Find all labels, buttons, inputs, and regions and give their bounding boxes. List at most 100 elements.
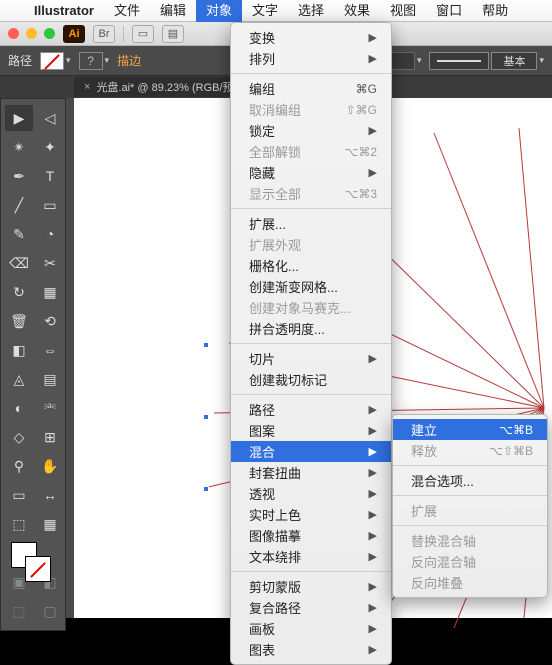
tool-29[interactable]: ▦ [36, 511, 64, 537]
tool-9[interactable]: ◔ [36, 221, 64, 247]
menu-item-变换[interactable]: 变换▶ [231, 27, 391, 48]
tool-11[interactable]: ✂ [36, 250, 64, 276]
tool-14[interactable]: 🗑 [5, 308, 33, 334]
menu-item-替换混合轴: 替换混合轴 [393, 530, 547, 551]
menu-item-混合[interactable]: 混合▶ [231, 441, 391, 462]
menu-item-实时上色[interactable]: 实时上色▶ [231, 504, 391, 525]
tool-12[interactable]: ↻ [5, 279, 33, 305]
menu-item-图表[interactable]: 图表▶ [231, 639, 391, 660]
tool-17[interactable]: ⇔ [36, 337, 64, 363]
menu-item-扩展外观: 扩展外观 [231, 234, 391, 255]
menu-item-剪切蒙版[interactable]: 剪切蒙版▶ [231, 576, 391, 597]
tool-16[interactable]: ◧ [5, 337, 33, 363]
app-icon: Ai [63, 25, 85, 43]
menu-对象[interactable]: 对象 [196, 0, 242, 22]
tool-26[interactable]: ▭ [5, 482, 33, 508]
menu-item-切片[interactable]: 切片▶ [231, 348, 391, 369]
tool-15[interactable]: ⟲ [36, 308, 64, 334]
menu-item-编组[interactable]: 编组⌘G [231, 78, 391, 99]
menu-item-文本绕排[interactable]: 文本绕排▶ [231, 546, 391, 567]
tool-3[interactable]: ✦ [36, 134, 64, 160]
artboard-tool-button[interactable]: ▤ [162, 25, 184, 43]
menu-文字[interactable]: 文字 [242, 0, 288, 22]
mac-menubar: Illustrator 文件编辑对象文字选择效果视图窗口帮助 [0, 0, 552, 22]
menu-item-释放: 释放⌥⇧⌘B [393, 440, 547, 461]
menu-item-复合路径[interactable]: 复合路径▶ [231, 597, 391, 618]
menu-item-图案[interactable]: 图案▶ [231, 420, 391, 441]
tool-21[interactable]: ⎃ [36, 395, 64, 421]
blend-submenu: 建立⌥⌘B释放⌥⇧⌘B 混合选项... 扩展替换混合轴反向混合轴反向堆叠 [392, 414, 548, 598]
menu-item-反向混合轴: 反向混合轴 [393, 551, 547, 572]
zoom-window-button[interactable] [44, 28, 55, 39]
tool-20[interactable]: ◐ [5, 395, 33, 421]
menu-item-建立[interactable]: 建立⌥⌘B [393, 419, 547, 440]
window-controls [8, 28, 55, 39]
tool-24[interactable]: ⚲ [5, 453, 33, 479]
tool-10[interactable]: ⌫ [5, 250, 33, 276]
graphic-style-dropdown[interactable]: 基本 ▾ [429, 52, 544, 70]
tool-0[interactable]: ▶ [5, 105, 33, 131]
menu-item-显示全部: 显示全部⌥⌘3 [231, 183, 391, 204]
selection-type-label: 路径 [8, 52, 32, 69]
menu-item-扩展: 扩展 [393, 500, 547, 521]
arrange-documents-button[interactable]: ▭ [132, 25, 154, 43]
menu-item-锁定[interactable]: 锁定▶ [231, 120, 391, 141]
fill-swatch[interactable]: ▾ [40, 52, 71, 70]
selection-handle[interactable] [203, 486, 209, 492]
tool-23[interactable]: ⊞ [36, 424, 64, 450]
tool-4[interactable]: ✒ [5, 163, 33, 189]
tool-13[interactable]: ▦ [36, 279, 64, 305]
bridge-button[interactable]: Br [93, 25, 115, 43]
menu-item-创建渐变网格...[interactable]: 创建渐变网格... [231, 276, 391, 297]
menu-选择[interactable]: 选择 [288, 0, 334, 22]
fill-stroke-control[interactable] [5, 540, 64, 584]
menu-窗口[interactable]: 窗口 [426, 0, 472, 22]
close-window-button[interactable] [8, 28, 19, 39]
app-menu[interactable]: Illustrator [24, 3, 104, 18]
menu-item-创建对象马赛克...: 创建对象马赛克... [231, 297, 391, 318]
tool-19[interactable]: ▤ [36, 366, 64, 392]
menu-item-透视[interactable]: 透视▶ [231, 483, 391, 504]
stroke-label[interactable]: 描边 [117, 52, 141, 69]
tool-7[interactable]: ▭ [36, 192, 64, 218]
tool-2[interactable]: ✴ [5, 134, 33, 160]
menu-文件[interactable]: 文件 [104, 0, 150, 22]
object-menu: 变换▶排列▶编组⌘G取消编组⇧⌘G锁定▶全部解锁⌥⌘2隐藏▶显示全部⌥⌘3扩展.… [230, 22, 392, 665]
menu-编辑[interactable]: 编辑 [150, 0, 196, 22]
menu-item-画板[interactable]: 画板▶ [231, 618, 391, 639]
tool-panel: ▶◁✴✦✒T╱▭✎◔⌫✂↻▦🗑⟲◧⇔◬▤◐⎃◇⊞⚲✋▭↔⬚▦▣◧⬚▢ [0, 98, 66, 631]
tool-27[interactable]: ↔ [36, 482, 64, 508]
menu-效果[interactable]: 效果 [334, 0, 380, 22]
tool-25[interactable]: ✋ [36, 453, 64, 479]
selection-handle[interactable] [203, 414, 209, 420]
close-tab-icon[interactable]: × [84, 81, 90, 93]
menu-item-栅格化...[interactable]: 栅格化... [231, 255, 391, 276]
menu-item-全部解锁: 全部解锁⌥⌘2 [231, 141, 391, 162]
menu-item-扩展...[interactable]: 扩展... [231, 213, 391, 234]
menu-item-路径[interactable]: 路径▶ [231, 399, 391, 420]
tool-5[interactable]: T [36, 163, 64, 189]
selection-handle[interactable] [203, 342, 209, 348]
document-tab-title: 光盘.ai* @ 89.23% (RGB/预 [96, 79, 233, 95]
tool-28[interactable]: ⬚ [5, 511, 33, 537]
tool-1[interactable]: ◁ [36, 105, 64, 131]
minimize-window-button[interactable] [26, 28, 37, 39]
menu-item-封套扭曲[interactable]: 封套扭曲▶ [231, 462, 391, 483]
tool-8[interactable]: ✎ [5, 221, 33, 247]
menu-item-排列[interactable]: 排列▶ [231, 48, 391, 69]
stroke-swatch[interactable]: ?▾ [79, 52, 110, 70]
menu-item-拼合透明度...[interactable]: 拼合透明度... [231, 318, 391, 339]
menu-item-图像描摹[interactable]: 图像描摹▶ [231, 525, 391, 546]
menu-item-反向堆叠: 反向堆叠 [393, 572, 547, 593]
tool-18[interactable]: ◬ [5, 366, 33, 392]
menu-视图[interactable]: 视图 [380, 0, 426, 22]
tool-22[interactable]: ◇ [5, 424, 33, 450]
menu-item-创建裁切标记[interactable]: 创建裁切标记 [231, 369, 391, 390]
tool-mode-2[interactable]: ⬚ [5, 598, 33, 624]
document-tab[interactable]: × 光盘.ai* @ 89.23% (RGB/预 [74, 77, 244, 97]
menu-item-隐藏[interactable]: 隐藏▶ [231, 162, 391, 183]
tool-mode-3[interactable]: ▢ [36, 598, 64, 624]
menu-item-混合选项...[interactable]: 混合选项... [393, 470, 547, 491]
menu-帮助[interactable]: 帮助 [472, 0, 518, 22]
tool-6[interactable]: ╱ [5, 192, 33, 218]
